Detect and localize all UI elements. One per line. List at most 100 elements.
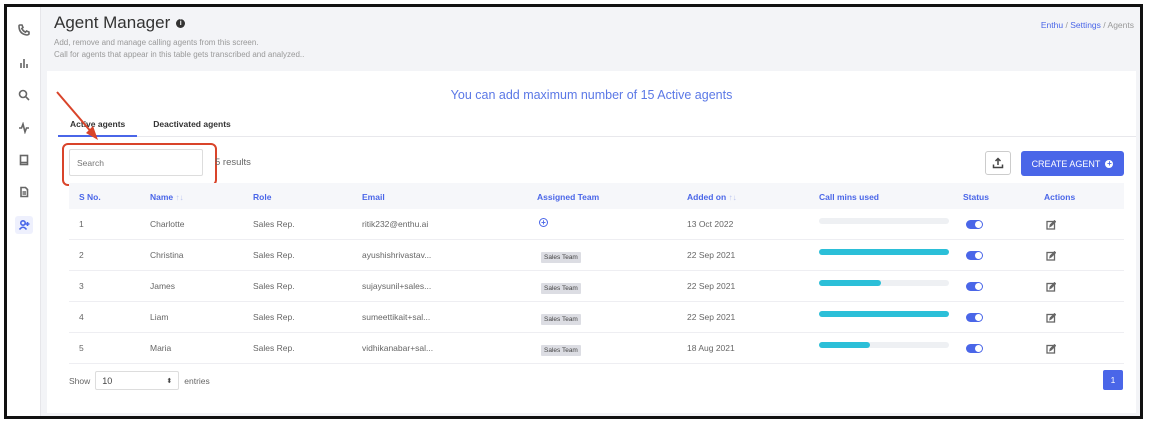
active-agents-limit-notice: You can add maximum number of 15 Active …	[450, 88, 733, 102]
column-sno: S No.	[79, 192, 101, 202]
chevron-updown-icon: ⬍	[166, 377, 173, 385]
row-sno: 2	[79, 250, 84, 260]
call-mins-progress-fill	[819, 311, 949, 317]
phone-icon	[18, 24, 30, 36]
page-title-row: Agent Manager i	[54, 13, 304, 33]
team-badge: Sales Team	[541, 345, 581, 356]
table-header: S No. Name ↑↓ Role Email Assigned Team A…	[69, 183, 1124, 209]
call-mins-progress-bar	[819, 311, 949, 317]
sidebar-item-agents[interactable]	[15, 216, 33, 234]
row-sno: 5	[79, 343, 84, 353]
team-badge: Sales Team	[541, 252, 581, 263]
column-call-mins-used: Call mins used	[819, 192, 879, 202]
results-count: 5 results	[215, 157, 251, 168]
team-badge: Sales Team	[541, 314, 581, 325]
agent-role: Sales Rep.	[253, 250, 295, 260]
column-email: Email	[362, 192, 385, 202]
sidebar	[7, 7, 41, 416]
call-mins-progress-fill	[819, 280, 882, 286]
agent-role: Sales Rep.	[253, 281, 295, 291]
sidebar-item-calls[interactable]	[15, 21, 33, 39]
sidebar-item-activity[interactable]	[15, 119, 33, 137]
entries-select[interactable]: 10 ⬍	[95, 371, 180, 390]
breadcrumb-separator: /	[1100, 20, 1108, 30]
add-team-icon[interactable]: +	[539, 218, 548, 227]
status-toggle[interactable]	[966, 313, 983, 322]
page-header: Agent Manager i Add, remove and manage c…	[54, 13, 304, 61]
upload-button[interactable]	[985, 151, 1011, 175]
table-row: 2 Christina Sales Rep. ayushishrivastav... S…	[69, 240, 1124, 271]
call-mins-progress-fill	[819, 249, 949, 255]
agent-email: vidhikanabar+sal...	[362, 343, 434, 353]
agent-role: Sales Rep.	[253, 219, 295, 229]
agent-name: Maria	[150, 343, 172, 353]
search-icon	[18, 89, 30, 101]
column-assigned-team: Assigned Team	[537, 192, 600, 202]
entries-label: entries	[184, 375, 210, 386]
column-added-on-label: Added on	[687, 192, 727, 202]
row-sno: 4	[79, 312, 84, 322]
page-title: Agent Manager	[54, 13, 171, 32]
show-label: Show	[69, 375, 91, 386]
table-row: 5 Maria Sales Rep. vidhikanabar+sal... Sales…	[69, 333, 1124, 364]
status-toggle[interactable]	[966, 251, 983, 260]
call-mins-progress-bar	[819, 249, 949, 255]
page-description-line-2: Call for agents that appear in this tabl…	[54, 50, 305, 59]
agents-card: You can add maximum number of 15 Active …	[47, 71, 1136, 413]
agent-name: James	[150, 281, 176, 291]
book-icon	[19, 154, 29, 166]
breadcrumb-enthu[interactable]: Enthu	[1041, 20, 1063, 30]
agent-email: sujaysunil+sales...	[362, 281, 432, 291]
search-input[interactable]	[69, 149, 203, 176]
info-icon[interactable]: i	[176, 18, 186, 28]
table-row: 4 Liam Sales Rep. sumeettikait+sal... Sales …	[69, 302, 1124, 333]
agent-email: ayushishrivastav...	[362, 250, 432, 260]
agent-name: Liam	[150, 312, 169, 322]
sort-icon: ↑↓	[175, 193, 184, 202]
edit-icon[interactable]	[1046, 310, 1057, 323]
page-size-control: Show 10 ⬍ entries	[69, 371, 210, 390]
added-on-date: 13 Oct 2022	[687, 219, 734, 229]
add-user-icon	[18, 219, 30, 231]
breadcrumb-settings[interactable]: Settings	[1070, 20, 1101, 30]
added-on-date: 18 Aug 2021	[687, 343, 735, 353]
call-mins-progress-bar	[819, 280, 949, 286]
plus-circle-icon: +	[1105, 158, 1114, 168]
column-name[interactable]: Name ↑↓	[150, 192, 184, 202]
added-on-date: 22 Sep 2021	[687, 312, 736, 322]
create-agent-label: CREATE AGENT	[1031, 158, 1101, 169]
column-role: Role	[253, 192, 272, 202]
tab-deactivated-agents[interactable]: Deactivated agents	[141, 117, 242, 137]
sidebar-item-search[interactable]	[15, 86, 33, 104]
agent-tabs: Active agents Deactivated agents	[58, 117, 1136, 137]
edit-icon[interactable]	[1046, 279, 1057, 292]
agent-email: ritik232@enthu.ai	[362, 219, 429, 229]
status-toggle[interactable]	[966, 344, 983, 353]
sidebar-item-analytics[interactable]	[15, 54, 33, 72]
pagination-page-1[interactable]: 1	[1103, 370, 1123, 390]
agent-role: Sales Rep.	[253, 312, 295, 322]
column-added-on[interactable]: Added on ↑↓	[687, 192, 737, 202]
bar-chart-icon	[20, 59, 28, 68]
status-toggle[interactable]	[966, 220, 983, 229]
edit-icon[interactable]	[1046, 341, 1057, 354]
sidebar-item-reports[interactable]	[15, 183, 33, 201]
edit-icon[interactable]	[1046, 248, 1057, 261]
table-row: 3 James Sales Rep. sujaysunil+sales... Sales…	[69, 271, 1124, 302]
breadcrumb: Enthu / Settings / Agents	[1041, 20, 1134, 30]
table-row: 1 Charlotte Sales Rep. ritik232@enthu.ai +13…	[69, 209, 1124, 240]
call-mins-progress-fill	[819, 342, 870, 348]
sidebar-item-library[interactable]	[15, 151, 33, 169]
status-toggle[interactable]	[966, 282, 983, 291]
agent-name: Charlotte	[150, 219, 185, 229]
activity-icon	[19, 122, 29, 134]
column-actions: Actions	[1044, 192, 1076, 202]
row-sno: 3	[79, 281, 84, 291]
edit-icon[interactable]	[1046, 217, 1057, 230]
create-agent-button[interactable]: CREATE AGENT +	[1021, 151, 1124, 176]
entries-value: 10	[102, 375, 113, 386]
tab-active-agents[interactable]: Active agents	[58, 117, 138, 137]
row-sno: 1	[79, 219, 84, 229]
team-badge: Sales Team	[541, 283, 581, 294]
call-mins-progress-bar	[819, 342, 949, 348]
